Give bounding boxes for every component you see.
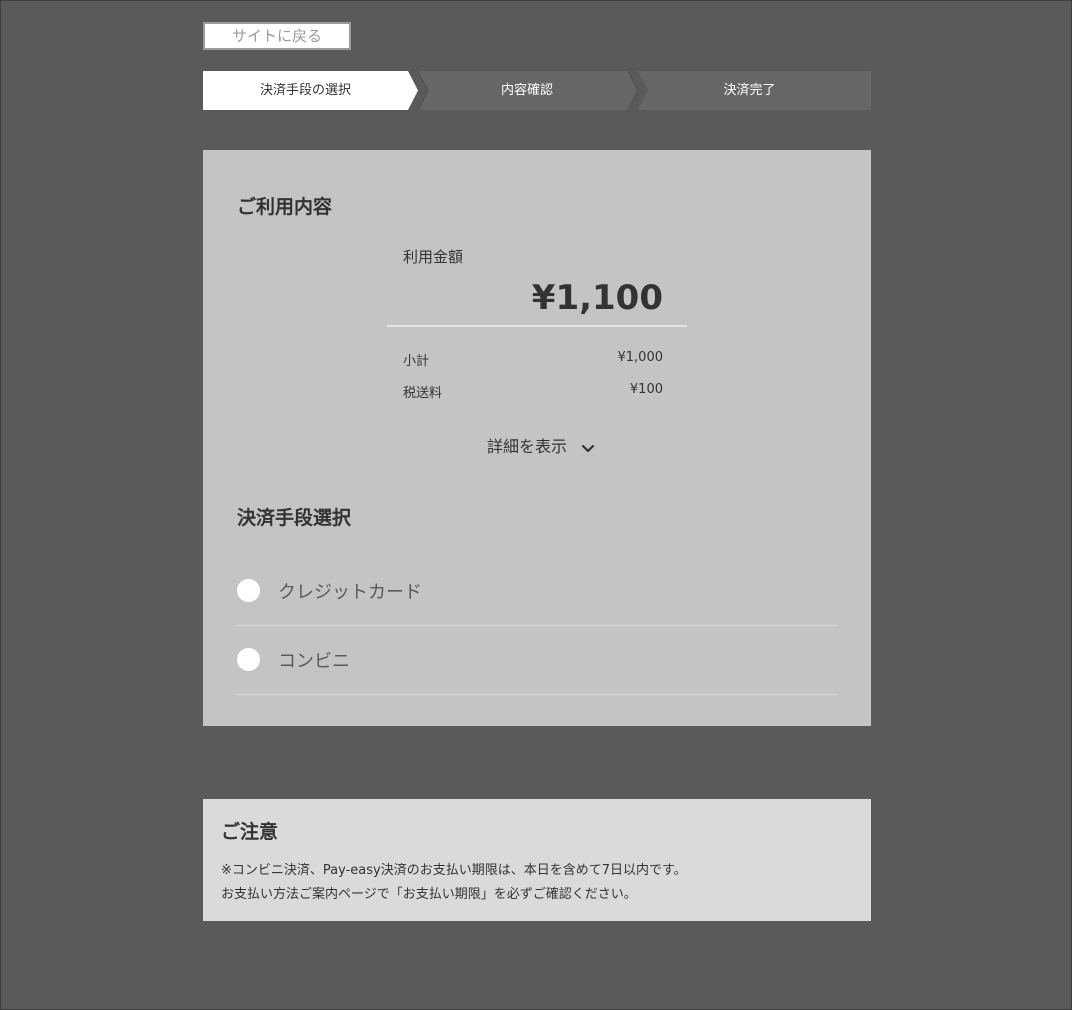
- chevron-down-icon: [582, 438, 595, 457]
- notice-heading: ご注意: [221, 821, 279, 843]
- progress-steps: 決済手段の選択 内容確認 決済完了: [203, 71, 871, 110]
- amount-divider: [387, 325, 687, 327]
- amount-total: ¥1,100: [531, 278, 663, 318]
- show-details-toggle[interactable]: 詳細を表示: [487, 433, 595, 457]
- notice-line-deadline: ※コンビニ決済、Pay-easy決済のお支払い期限は、本日を含めて7日以内です。: [221, 863, 687, 878]
- tax-shipping-row: 税送料 ¥100: [403, 382, 663, 401]
- tax-shipping-value: ¥100: [629, 382, 663, 397]
- subtotal-value: ¥1,000: [617, 350, 664, 365]
- tax-shipping-label: 税送料: [403, 386, 443, 401]
- amount-label: 利用金額: [403, 248, 464, 266]
- payment-method-heading: 決済手段選択: [237, 507, 352, 529]
- credit-card-radio[interactable]: [237, 579, 260, 602]
- back-to-site-button[interactable]: サイトに戻る: [203, 22, 351, 50]
- subtotal-row: 小計 ¥1,000: [403, 350, 663, 369]
- credit-card-label: クレジットカード: [278, 582, 422, 603]
- notice-card: ご注意 ※コンビニ決済、Pay-easy決済のお支払い期限は、本日を含めて7日以…: [203, 799, 871, 921]
- notice-line-confirm: お支払い方法ご案内ページで「お支払い期限」を必ずご確認ください。: [221, 887, 637, 902]
- step-select-method: 決済手段の選択: [259, 83, 351, 98]
- step-confirm: 内容確認: [500, 83, 553, 98]
- payment-option-convenience-store[interactable]: コンビニ: [237, 626, 837, 695]
- usage-heading: ご利用内容: [237, 196, 333, 218]
- usage-card: ご利用内容 利用金額 ¥1,100 小計 ¥1,000 税送料 ¥100 詳細を…: [203, 150, 871, 726]
- show-details-label: 詳細を表示: [487, 437, 568, 456]
- subtotal-label: 小計: [403, 354, 430, 369]
- payment-option-credit-card[interactable]: クレジットカード: [237, 557, 837, 626]
- step-complete: 決済完了: [723, 83, 776, 98]
- convenience-store-radio[interactable]: [237, 648, 260, 671]
- convenience-store-label: コンビニ: [278, 651, 350, 672]
